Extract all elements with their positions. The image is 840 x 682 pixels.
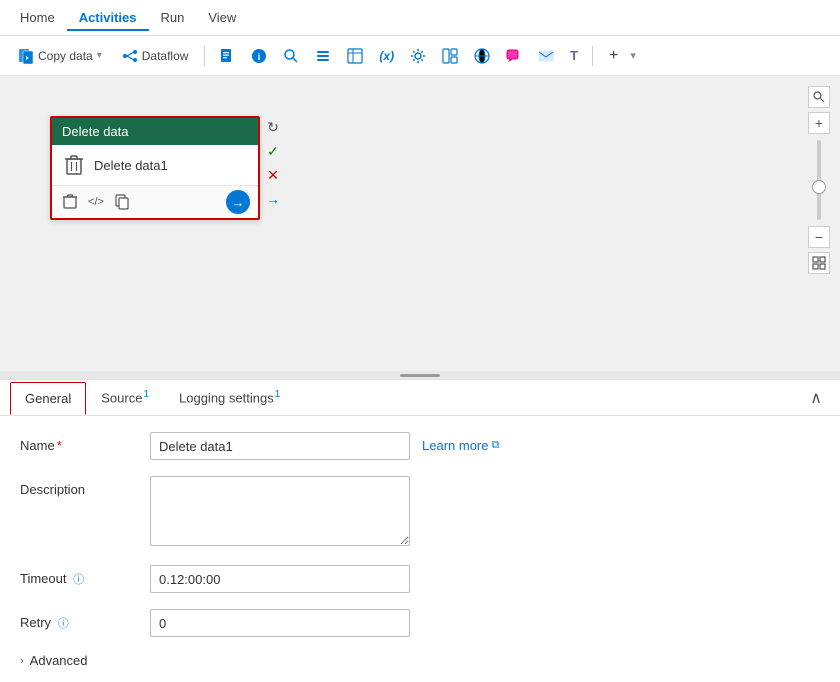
timeout-label: Timeout ⓘ: [20, 565, 150, 587]
menu-bar: Home Activities Run View: [0, 0, 840, 36]
variable-icon-button[interactable]: (x): [373, 45, 400, 67]
toolbar: Copy data ▾ Dataflow i: [0, 36, 840, 76]
name-required: *: [57, 438, 62, 453]
description-row: Description: [20, 476, 820, 549]
collapse-handle[interactable]: [0, 371, 840, 379]
search-icon: [283, 48, 299, 64]
logging-badge: 1: [275, 389, 281, 400]
copy-data-button[interactable]: Copy data ▾: [10, 44, 110, 68]
document-icon: [219, 48, 235, 64]
menu-activities[interactable]: Activities: [67, 4, 149, 31]
table-icon: [347, 48, 363, 64]
activity-name: Delete data1: [94, 158, 168, 173]
zoom-controls: + −: [808, 86, 830, 274]
activity-body: Delete data1: [52, 145, 258, 185]
dataflow-icon: [122, 48, 138, 64]
mail-icon: [538, 48, 554, 64]
form-content: Name* Learn more ⧉ Description Timeout ⓘ: [0, 416, 840, 682]
activity-footer: </> →: [52, 185, 258, 218]
globe-icon: [474, 48, 490, 64]
tab-logging[interactable]: Logging settings1: [164, 380, 295, 414]
zoom-slider-track: [817, 140, 821, 220]
mail-icon-button[interactable]: [532, 44, 560, 68]
close-button[interactable]: ✕: [262, 164, 284, 186]
doc-icon-button[interactable]: [213, 44, 241, 68]
zoom-out-button[interactable]: −: [808, 226, 830, 248]
menu-run[interactable]: Run: [149, 4, 197, 31]
info-icon: i: [251, 48, 267, 64]
copy-data-icon: [18, 48, 34, 64]
external-link-icon: ⧉: [491, 439, 499, 452]
retry-input-wrapper: [150, 609, 410, 637]
copy-data-chevron[interactable]: ▾: [97, 50, 102, 61]
add-button[interactable]: +: [601, 43, 626, 69]
list-icon-button[interactable]: [309, 44, 337, 68]
name-input-wrapper: [150, 432, 410, 460]
name-row: Name* Learn more ⧉: [20, 432, 820, 460]
gear-icon: [410, 48, 426, 64]
menu-home[interactable]: Home: [8, 4, 67, 31]
svg-text:i: i: [258, 52, 261, 62]
timeout-input[interactable]: [150, 565, 410, 593]
delete-activity-icon[interactable]: [60, 192, 80, 212]
retry-row: Retry ⓘ: [20, 609, 820, 637]
tab-general[interactable]: General: [10, 382, 86, 415]
code-icon[interactable]: </>: [86, 192, 106, 212]
timeout-info-icon[interactable]: ⓘ: [73, 574, 84, 586]
name-label: Name*: [20, 432, 150, 453]
table-icon-button[interactable]: [341, 44, 369, 68]
teams-icon-button[interactable]: T: [564, 44, 584, 67]
description-label: Description: [20, 476, 150, 497]
settings-icon-button[interactable]: [404, 44, 432, 68]
copy-data-label: Copy data: [38, 49, 93, 63]
learn-more-link[interactable]: Learn more ⧉: [422, 432, 499, 453]
toolbar-sep-1: [204, 46, 205, 66]
check-button[interactable]: ✓: [262, 140, 284, 162]
tabs-bar: General Source1 Logging settings1 ∧: [0, 380, 840, 416]
node-arrow-button[interactable]: →: [262, 188, 284, 210]
retry-info-icon[interactable]: ⓘ: [58, 618, 69, 630]
retry-input[interactable]: [150, 609, 410, 637]
activity-header-title: Delete data: [62, 124, 129, 139]
timeout-row: Timeout ⓘ: [20, 565, 820, 593]
timeout-input-wrapper: [150, 565, 410, 593]
activity-header: Delete data: [52, 118, 258, 145]
toolbar-sep-2: [592, 46, 593, 66]
zoom-slider-thumb[interactable]: [812, 180, 826, 194]
side-actions: ↻ ✓ ✕ →: [262, 116, 284, 210]
description-textarea[interactable]: [150, 476, 410, 546]
page-icon: [442, 48, 458, 64]
copy-icon[interactable]: [112, 192, 132, 212]
globe-icon-button[interactable]: [468, 44, 496, 68]
add-chevron[interactable]: ▾: [630, 49, 636, 62]
list-icon: [315, 48, 331, 64]
panel-collapse-button[interactable]: ∧: [802, 388, 830, 408]
search-icon-button[interactable]: [277, 44, 305, 68]
activity-node[interactable]: Delete data Delete data1: [50, 116, 260, 220]
name-input[interactable]: [150, 432, 410, 460]
arrow-right-icon[interactable]: →: [226, 190, 250, 214]
dataflow-button[interactable]: Dataflow: [114, 44, 197, 68]
canvas-area: Delete data Delete data1: [0, 76, 840, 371]
advanced-chevron-icon: ›: [20, 655, 24, 667]
collapse-handle-bar: [400, 374, 440, 377]
zoom-in-button[interactable]: +: [808, 112, 830, 134]
tab-source[interactable]: Source1: [86, 380, 164, 414]
source-badge: 1: [143, 389, 149, 400]
advanced-row[interactable]: › Advanced: [20, 653, 820, 668]
chat-icon-button[interactable]: [500, 44, 528, 68]
bottom-panel: General Source1 Logging settings1 ∧ Name…: [0, 379, 840, 682]
dataflow-label: Dataflow: [142, 49, 189, 63]
trash-icon: [62, 153, 86, 177]
canvas-search-button[interactable]: [808, 86, 830, 108]
chat-icon: [506, 48, 522, 64]
advanced-label: Advanced: [30, 653, 88, 668]
refresh-button[interactable]: ↻: [262, 116, 284, 138]
retry-label: Retry ⓘ: [20, 609, 150, 631]
description-input-wrapper: [150, 476, 410, 549]
fit-view-button[interactable]: [808, 252, 830, 274]
info-icon-button[interactable]: i: [245, 44, 273, 68]
page-icon-button[interactable]: [436, 44, 464, 68]
menu-view[interactable]: View: [196, 4, 248, 31]
